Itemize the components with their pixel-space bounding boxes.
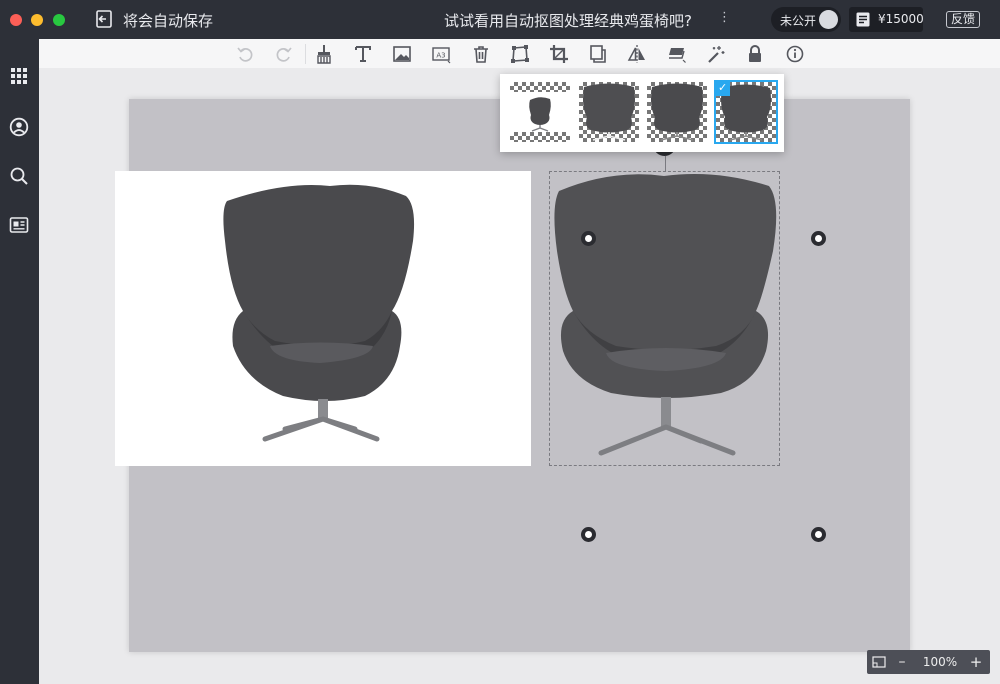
resize-handle-top-right[interactable] <box>811 231 826 246</box>
redo-icon[interactable] <box>274 44 294 64</box>
title-bar: 将会自动保存 试试看用自动抠图处理经典鸡蛋椅吧? ⋮ 未公开 ¥15000 反馈 <box>0 0 1000 39</box>
a3-paper-icon[interactable]: A3 <box>431 44 451 64</box>
egg-chair-illustration <box>223 184 415 442</box>
selection-box[interactable] <box>549 171 780 466</box>
variant-option-3[interactable] <box>647 82 707 142</box>
zoom-window-button[interactable] <box>53 14 65 26</box>
price-badge[interactable]: ¥15000 <box>849 7 924 32</box>
transform-icon[interactable] <box>510 44 530 64</box>
privacy-toggle-label: 未公开 <box>780 14 817 28</box>
zoom-in-button[interactable]: + <box>969 653 983 671</box>
grid-icon[interactable] <box>9 66 29 86</box>
zoom-control: – 100% + <box>867 650 990 674</box>
magic-wand-icon[interactable] <box>706 44 726 64</box>
toolbar-divider <box>305 44 306 64</box>
back-icon[interactable] <box>94 9 114 29</box>
rotation-connector <box>665 156 666 171</box>
variant-option-4-selected[interactable]: ✓ <box>714 80 778 144</box>
app-window: 将会自动保存 试试看用自动抠图处理经典鸡蛋椅吧? ⋮ 未公开 ¥15000 反馈 <box>0 0 1000 684</box>
close-window-button[interactable] <box>10 14 22 26</box>
text-icon[interactable] <box>353 44 373 64</box>
user-circle-icon[interactable] <box>9 117 29 137</box>
toggle-knob <box>819 10 838 29</box>
crop-icon[interactable] <box>549 44 569 64</box>
document-title[interactable]: 试试看用自动抠图处理经典鸡蛋椅吧? <box>444 10 692 31</box>
image-icon[interactable] <box>392 44 412 64</box>
undo-icon[interactable] <box>235 44 255 64</box>
a3-label: A3 <box>436 52 445 60</box>
info-icon[interactable] <box>785 44 805 64</box>
autosave-status: 将会自动保存 <box>123 12 214 30</box>
privacy-toggle[interactable]: 未公开 <box>771 7 841 32</box>
lock-icon[interactable] <box>745 44 765 64</box>
check-mark: ✓ <box>718 82 728 94</box>
brush-icon[interactable] <box>314 44 334 64</box>
resize-handle-bottom-left[interactable] <box>581 527 596 542</box>
duplicate-icon[interactable] <box>588 44 608 64</box>
layer-icon[interactable] <box>667 44 687 64</box>
variant-option-2[interactable] <box>579 82 639 142</box>
flip-icon[interactable] <box>627 44 647 64</box>
check-icon: ✓ <box>716 82 730 96</box>
document-icon <box>856 12 870 27</box>
zoom-out-button[interactable]: – <box>895 654 909 670</box>
sidebar <box>0 39 39 684</box>
minimize-window-button[interactable] <box>31 14 43 26</box>
search-icon[interactable] <box>9 166 29 186</box>
more-options-icon[interactable]: ⋮ <box>718 10 731 25</box>
variant-option-original[interactable] <box>510 82 570 142</box>
resize-handle-top-left[interactable] <box>581 231 596 246</box>
zoom-level: 100% <box>922 655 958 669</box>
delete-icon[interactable] <box>471 44 491 64</box>
fit-screen-icon[interactable] <box>872 656 886 668</box>
cutout-variant-picker: ✓ <box>500 74 784 152</box>
resize-handle-bottom-right[interactable] <box>811 527 826 542</box>
feedback-button[interactable]: 反馈 <box>946 11 981 28</box>
media-card-icon[interactable] <box>9 215 29 235</box>
price-value: ¥15000 <box>878 12 924 26</box>
toolbar: A3 <box>39 39 1000 68</box>
original-chair-image[interactable] <box>115 171 531 466</box>
